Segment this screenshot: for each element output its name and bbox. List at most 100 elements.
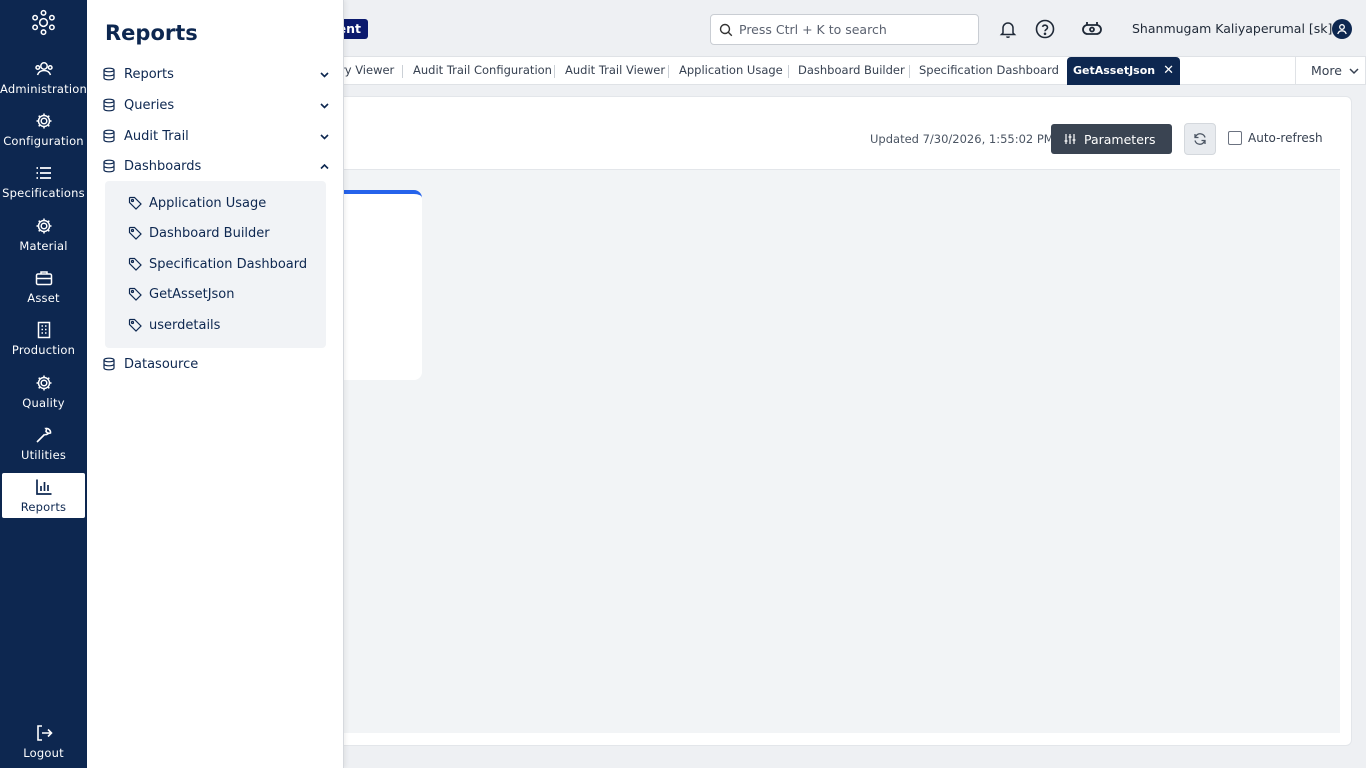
rail-item-label: Utilities — [20, 448, 67, 462]
parameters-button[interactable]: Parameters — [1051, 124, 1172, 154]
rail-item-specifications[interactable]: Specifications — [2, 162, 85, 208]
tag-icon — [128, 226, 142, 240]
menu-item-label: Datasource — [124, 356, 199, 372]
users-icon — [34, 62, 53, 76]
database-icon — [103, 357, 115, 371]
bar-chart-icon — [35, 479, 51, 495]
more-tabs-button[interactable]: More — [1295, 56, 1366, 85]
wrench-icon — [35, 427, 51, 443]
database-icon — [103, 98, 115, 112]
menu-item-label: Dashboards — [124, 158, 202, 174]
gear-icon — [36, 218, 51, 234]
tab-separator — [402, 65, 403, 78]
tab-separator — [788, 65, 789, 78]
gear-icon — [36, 375, 51, 391]
tab-specification-dashboard[interactable]: Specification Dashboard — [919, 63, 1059, 77]
chevron-down-icon — [320, 133, 329, 140]
submenu-item-label: Application Usage — [149, 195, 267, 211]
rail-item-label: Configuration — [3, 134, 84, 148]
rail-item-label: Production — [11, 343, 76, 357]
rail-item-material[interactable]: Material — [2, 215, 85, 261]
sliders-icon — [1064, 134, 1076, 144]
search-input[interactable] — [739, 22, 959, 37]
rail-item-configuration[interactable]: Configuration — [2, 110, 85, 156]
logout-icon — [36, 725, 53, 741]
rail-item-label: Specifications — [2, 186, 85, 200]
submenu-item-label: Dashboard Builder — [149, 225, 270, 241]
menu-item-label: Queries — [124, 97, 175, 113]
tab-getassetjson[interactable]: GetAssetJson ✕ — [1067, 57, 1181, 85]
tag-icon — [128, 196, 142, 210]
menu-item-label: Audit Trail — [124, 128, 189, 144]
rail-item-production[interactable]: Production — [2, 319, 85, 365]
rail-item-label: Quality — [22, 396, 65, 410]
submenu-item-application-usage[interactable]: Application Usage — [128, 192, 266, 214]
rail-item-quality[interactable]: Quality — [2, 372, 85, 418]
submenu-item-label: userdetails — [149, 317, 221, 333]
rail-item-reports[interactable]: Reports — [2, 473, 85, 518]
tag-icon — [128, 287, 142, 301]
menu-item-reports[interactable]: Reports — [102, 63, 330, 85]
rail-item-utilities[interactable]: Utilities — [2, 424, 85, 470]
close-tab-icon[interactable]: ✕ — [1163, 63, 1174, 78]
submenu-item-label: Specification Dashboard — [149, 256, 308, 272]
tab-separator — [909, 65, 910, 78]
logout-label: Logout — [23, 746, 64, 760]
submenu-item-specification-dashboard[interactable]: Specification Dashboard — [128, 253, 307, 275]
auto-refresh-checkbox[interactable] — [1228, 131, 1242, 145]
tab-separator — [668, 65, 669, 78]
refresh-button[interactable] — [1184, 123, 1216, 155]
tab-application-usage[interactable]: Application Usage — [679, 63, 783, 77]
binoculars-icon[interactable] — [1081, 18, 1103, 40]
rail-item-asset[interactable]: Asset — [2, 267, 85, 313]
chevron-down-icon — [320, 102, 329, 109]
rail-item-label: Reports — [20, 500, 67, 514]
flyout-title: Reports — [105, 21, 198, 45]
auto-refresh-label: Auto-refresh — [1248, 131, 1323, 145]
menu-item-dashboards[interactable]: Dashboards — [102, 155, 330, 177]
submenu-item-label: GetAssetJson — [149, 286, 235, 302]
menu-item-queries[interactable]: Queries — [102, 94, 330, 116]
auto-refresh-toggle[interactable]: Auto-refresh — [1228, 131, 1323, 145]
tag-icon — [128, 257, 142, 271]
database-icon — [103, 159, 115, 173]
submenu-item-dashboard-builder[interactable]: Dashboard Builder — [128, 222, 270, 244]
global-search[interactable] — [710, 14, 979, 45]
refresh-icon — [1194, 133, 1206, 145]
menu-item-label: Reports — [124, 66, 174, 82]
tab-separator — [554, 65, 555, 78]
rail-item-label: Material — [19, 239, 68, 253]
gear-icon — [36, 113, 51, 129]
menu-item-audit-trail[interactable]: Audit Trail — [102, 125, 330, 147]
rail-item-label: Administration — [0, 82, 87, 96]
chevron-down-icon — [320, 71, 329, 78]
briefcase-icon — [35, 271, 52, 286]
more-label: More — [1311, 63, 1342, 78]
tab-history-viewer[interactable]: ry Viewer — [340, 63, 394, 77]
tab-audit-trail-viewer[interactable]: Audit Trail Viewer — [565, 63, 665, 77]
avatar[interactable] — [1332, 19, 1352, 39]
last-updated-text: Updated 7/30/2026, 1:55:02 PM — [870, 132, 1054, 146]
chevron-up-icon — [320, 163, 329, 169]
list-icon — [36, 167, 51, 179]
building-icon — [37, 321, 50, 339]
submenu-item-userdetails[interactable]: userdetails — [128, 314, 220, 336]
database-icon — [103, 129, 115, 143]
reports-flyout-menu: Reports Reports Queries Audit Trail Dash… — [87, 0, 344, 768]
user-name[interactable]: Shanmugam Kaliyaperumal [sk] — [1132, 21, 1332, 36]
rail-item-administration[interactable]: Administration — [0, 58, 87, 104]
rail-item-label: Asset — [27, 291, 60, 305]
chevron-down-icon — [1349, 67, 1359, 74]
bell-icon[interactable] — [997, 18, 1019, 40]
database-icon — [103, 67, 115, 81]
logout-button[interactable]: Logout — [2, 722, 85, 768]
parameters-label: Parameters — [1084, 131, 1156, 147]
tab-audit-trail-configuration[interactable]: Audit Trail Configuration — [413, 63, 552, 77]
user-icon — [1337, 24, 1347, 35]
left-rail: Administration Configuration Specificati… — [0, 0, 87, 768]
menu-item-datasource[interactable]: Datasource — [102, 353, 330, 375]
app-logo-icon[interactable] — [30, 9, 57, 36]
tab-dashboard-builder[interactable]: Dashboard Builder — [798, 63, 905, 77]
submenu-item-getassetjson[interactable]: GetAssetJson — [128, 283, 235, 305]
help-icon[interactable] — [1034, 18, 1056, 40]
